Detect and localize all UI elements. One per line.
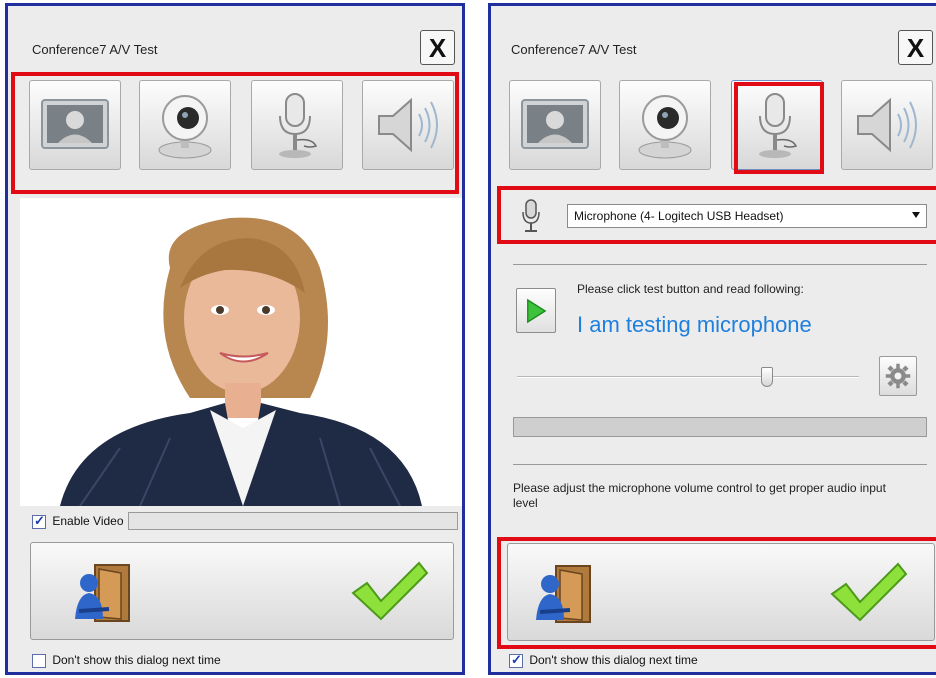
video-level-bar: [128, 512, 458, 530]
dont-show-label: Don't show this dialog next time: [529, 653, 698, 667]
test-phrase: I am testing microphone: [577, 312, 812, 337]
chevron-down-icon: [912, 212, 920, 218]
input-level-bar: [513, 417, 927, 437]
confirm-button[interactable]: [828, 558, 908, 633]
action-bar: [507, 543, 935, 641]
exit-door-icon: [536, 565, 591, 623]
dont-show-checkbox[interactable]: [32, 653, 46, 668]
device-select[interactable]: Microphone (4- Logitech USB Headset): [567, 204, 927, 228]
person-photo: [20, 198, 462, 506]
enable-video-label: Enable Video: [52, 514, 124, 528]
exit-door-icon: [75, 564, 130, 622]
webcam-icon: [158, 95, 212, 159]
tab-webcam[interactable]: [139, 80, 231, 170]
play-icon: [527, 298, 547, 323]
gear-icon: [885, 363, 911, 389]
dialog-title: Conference7 A/V Test: [511, 42, 637, 57]
tab-webcam[interactable]: [619, 80, 711, 170]
enable-video-checkbox[interactable]: [32, 513, 46, 529]
tab-microphone[interactable]: [251, 80, 343, 170]
volume-note: Please adjust the microphone volume cont…: [513, 481, 886, 510]
green-checkmark-icon: [830, 562, 908, 622]
settings-button[interactable]: [879, 356, 917, 396]
device-select-value: Microphone (4- Logitech USB Headset): [574, 209, 784, 223]
microphone-tab-highlight: [734, 82, 824, 174]
dont-show-label: Don't show this dialog next time: [52, 653, 221, 667]
tab-speaker[interactable]: [362, 80, 454, 170]
enable-video-row[interactable]: Enable Video: [32, 513, 124, 529]
speaker-icon: [857, 97, 917, 153]
dont-show-row[interactable]: Don't show this dialog next time: [509, 652, 698, 668]
tab-speaker[interactable]: [841, 80, 933, 170]
divider: [513, 464, 927, 465]
person-screen-icon: [521, 99, 589, 149]
volume-slider-track[interactable]: [517, 376, 859, 378]
tab-video-preview[interactable]: [509, 80, 601, 170]
test-instruction: Please click test button and read follow…: [577, 282, 804, 296]
device-microphone-icon: [521, 198, 541, 239]
green-checkmark-icon: [351, 561, 429, 621]
divider: [513, 264, 927, 265]
confirm-button[interactable]: [349, 557, 429, 632]
microphone-icon: [522, 199, 540, 232]
person-screen-icon: [41, 99, 109, 149]
right-dialog: Conference7 A/V Test X Microphone (4- Lo…: [488, 3, 936, 675]
exit-button[interactable]: [69, 561, 139, 630]
dialog-title: Conference7 A/V Test: [32, 42, 158, 57]
exit-button[interactable]: [530, 562, 600, 631]
dont-show-row[interactable]: Don't show this dialog next time: [32, 653, 221, 668]
video-preview: [20, 198, 462, 506]
webcam-icon: [638, 95, 692, 159]
close-button[interactable]: X: [420, 30, 455, 65]
tab-video-preview[interactable]: [29, 80, 121, 170]
left-dialog: Conference7 A/V Test X ✓ Enable Video Do…: [5, 3, 465, 675]
action-bar: [30, 542, 454, 640]
speaker-icon: [378, 97, 438, 153]
volume-slider-thumb[interactable]: [760, 367, 773, 387]
close-button[interactable]: X: [898, 30, 933, 65]
microphone-icon: [279, 93, 318, 158]
dont-show-checkbox[interactable]: [509, 652, 523, 668]
test-play-button[interactable]: [516, 288, 556, 333]
